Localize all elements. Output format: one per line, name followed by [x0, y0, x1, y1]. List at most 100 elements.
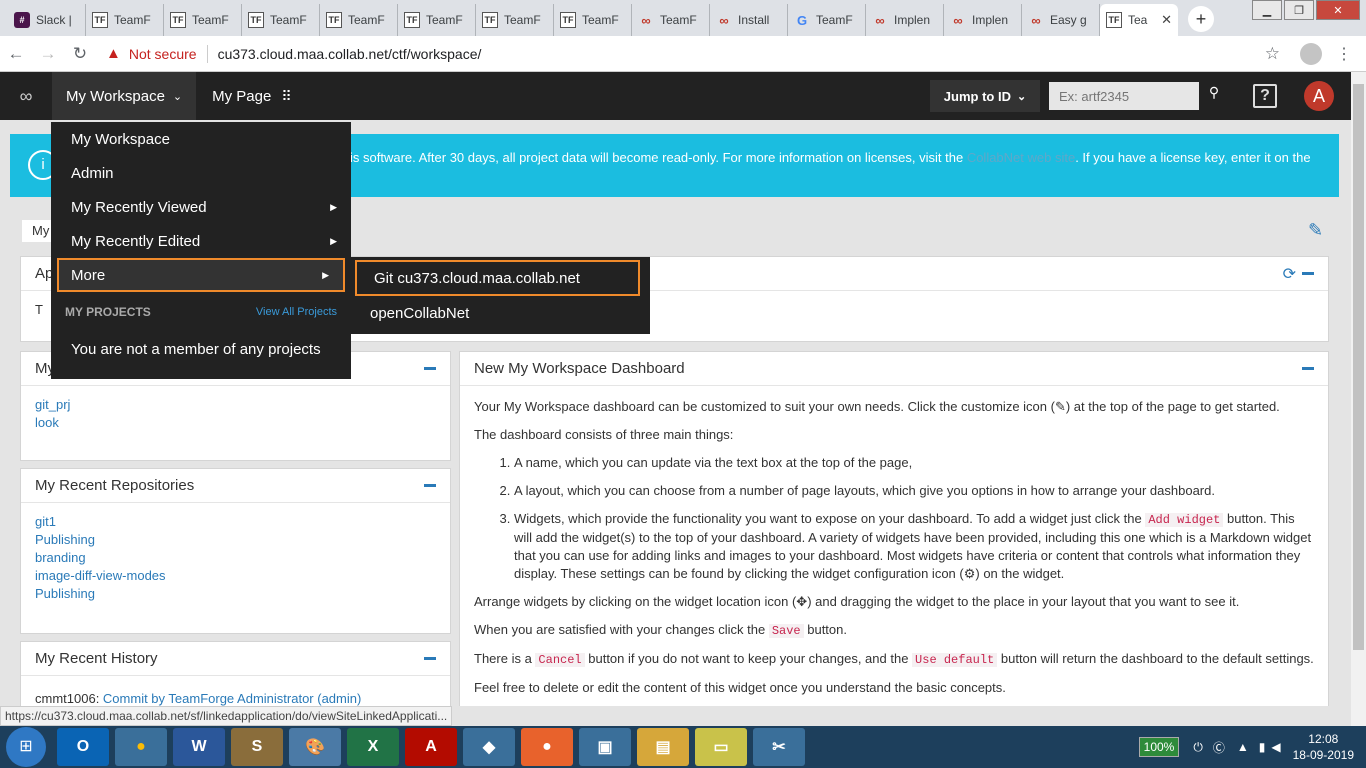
not-secure-label[interactable]: Not secure	[129, 46, 197, 62]
apps-grid-icon[interactable]: ⠿	[281, 88, 292, 105]
paint-icon[interactable]: 🎨	[289, 728, 341, 766]
browser-tab[interactable]: ∞ Implen	[866, 4, 944, 36]
code-snippet: Add widget	[1145, 513, 1224, 527]
url-text[interactable]: cu373.cloud.maa.collab.net/ctf/workspace…	[218, 46, 482, 62]
remote-desktop-icon[interactable]: ▣	[579, 728, 631, 766]
recent-history-panel: My Recent History cmmt1006: Commit by Te…	[20, 641, 451, 706]
code-snippet: Use default	[912, 653, 998, 667]
more-menu-icon[interactable]: ⋮	[1336, 44, 1352, 64]
project-link[interactable]: look	[35, 414, 436, 432]
browser-tab[interactable]: TF TeamF	[554, 4, 632, 36]
url-field[interactable]: ▲ Not secure cu373.cloud.maa.collab.net/…	[106, 40, 1265, 68]
battery-indicator[interactable]: 100%	[1138, 737, 1180, 757]
scrollbar-thumb[interactable]	[1353, 84, 1364, 650]
browser-tab[interactable]: ∞ Implen	[944, 4, 1022, 36]
jump-to-id-input[interactable]	[1049, 82, 1199, 110]
menu-item-recently-edited[interactable]: My Recently Edited ▶	[51, 224, 351, 258]
minimize-panel-icon[interactable]	[424, 484, 436, 487]
link-icon: ∞	[953, 12, 963, 28]
sticky-notes-icon[interactable]: ▭	[695, 728, 747, 766]
top-navigation: ∞ My Workspace ⌄ My Page ⠿ Jump to ID ⌄ ⚲ ?…	[0, 72, 1351, 120]
snipping-tool-icon[interactable]: ✂	[753, 728, 805, 766]
minimize-window-button[interactable]: ▁	[1252, 0, 1282, 20]
network-icon[interactable]: ▮	[1259, 740, 1266, 754]
search-icon[interactable]: ⚲	[1202, 84, 1226, 108]
browser-tab[interactable]: TF TeamF	[476, 4, 554, 36]
reload-icon[interactable]: ↻	[64, 44, 96, 64]
menu-item-more[interactable]: More ▶	[57, 258, 345, 292]
teamforge-icon: TF	[482, 12, 498, 28]
language-icon[interactable]: Ⓒ	[1213, 739, 1225, 756]
customize-edit-icon[interactable]: ✎	[1308, 220, 1323, 241]
file-explorer-icon[interactable]: ▤	[637, 728, 689, 766]
menu-item-recently-viewed[interactable]: My Recently Viewed ▶	[51, 190, 351, 224]
paragraph: Your My Workspace dashboard can be custo…	[474, 399, 1280, 414]
browser-tab[interactable]: G TeamF	[788, 4, 866, 36]
new-tab-button[interactable]: +	[1188, 6, 1214, 32]
profile-avatar[interactable]	[1300, 42, 1322, 65]
teamforge-icon: TF	[170, 12, 186, 28]
browser-tab[interactable]: TF TeamF	[164, 4, 242, 36]
windows-start-button[interactable]: ⊞	[6, 727, 46, 767]
project-link[interactable]: git_prj	[35, 396, 436, 414]
browser-tab[interactable]: TF TeamF	[86, 4, 164, 36]
word-icon[interactable]: W	[173, 728, 225, 766]
submenu-item-git[interactable]: Git cu373.cloud.maa.collab.net	[355, 260, 640, 296]
show-hidden-icons-icon[interactable]: ▲	[1237, 740, 1249, 754]
power-icon[interactable]: ⏻	[1193, 740, 1203, 755]
minimize-panel-icon[interactable]	[1302, 272, 1314, 275]
browser-tab[interactable]: TF TeamF	[242, 4, 320, 36]
browser-tab[interactable]: ∞ Install	[710, 4, 788, 36]
user-avatar[interactable]: A	[1304, 81, 1334, 111]
browser-tab[interactable]: TF TeamF	[320, 4, 398, 36]
repository-link[interactable]: Publishing	[35, 585, 436, 603]
project-list: git_prj look	[21, 386, 450, 442]
panel-header: New My Workspace Dashboard	[460, 352, 1328, 386]
my-page-link[interactable]: My Page ⠿	[212, 88, 292, 105]
maximize-window-button[interactable]: ❐	[1284, 0, 1314, 20]
link-icon: ∞	[875, 12, 885, 28]
repository-link[interactable]: image-diff-view-modes	[35, 567, 436, 585]
back-arrow-icon[interactable]: ←	[0, 44, 32, 64]
forward-arrow-icon[interactable]: →	[32, 44, 64, 64]
bookmark-star-icon[interactable]: ☆	[1265, 44, 1280, 64]
collabnet-website-link[interactable]: CollabNet web site	[967, 150, 1075, 165]
clock[interactable]: 12:08 18-09-2019	[1293, 731, 1354, 763]
repository-link[interactable]: git1	[35, 513, 436, 531]
excel-icon[interactable]: X	[347, 728, 399, 766]
link-icon: ∞	[1031, 12, 1041, 28]
close-tab-icon[interactable]: ✕	[1161, 12, 1172, 28]
my-workspace-menu-button[interactable]: My Workspace ⌄	[52, 72, 197, 120]
browser-tab[interactable]: # Slack |	[8, 4, 86, 36]
google-icon: G	[796, 12, 808, 28]
close-window-button[interactable]: ✕	[1316, 0, 1360, 20]
browser-tab[interactable]: ∞ TeamF	[632, 4, 710, 36]
outlook-icon[interactable]: O	[57, 728, 109, 766]
menu-item-admin[interactable]: Admin	[51, 156, 351, 190]
view-all-projects-link[interactable]: View All Projects	[256, 306, 337, 318]
collabnet-logo-icon[interactable]: ∞	[0, 86, 52, 107]
minimize-panel-icon[interactable]	[1302, 367, 1314, 370]
sublime-text-icon[interactable]: S	[231, 728, 283, 766]
history-link[interactable]: Commit by TeamForge Administrator (admin…	[103, 691, 361, 706]
browser-tab-active[interactable]: TF Tea ✕	[1100, 4, 1178, 36]
minimize-panel-icon[interactable]	[424, 367, 436, 370]
postman-icon[interactable]: ●	[521, 728, 573, 766]
repository-link[interactable]: branding	[35, 549, 436, 567]
jump-to-id-button[interactable]: Jump to ID ⌄	[930, 80, 1040, 112]
volume-icon[interactable]: ◀	[1271, 740, 1280, 754]
edit-icon: ✎	[1054, 399, 1066, 414]
menu-item-my-workspace[interactable]: My Workspace	[51, 122, 351, 156]
repository-link[interactable]: Publishing	[35, 531, 436, 549]
git-tool-icon[interactable]: ◆	[463, 728, 515, 766]
acrobat-icon[interactable]: A	[405, 728, 457, 766]
help-button[interactable]: ?	[1253, 84, 1277, 108]
chrome-icon[interactable]: ●	[115, 728, 167, 766]
page-scrollbar[interactable]	[1351, 72, 1366, 726]
browser-tab[interactable]: TF TeamF	[398, 4, 476, 36]
refresh-icon[interactable]: ⟳	[1283, 264, 1296, 284]
submenu-item-opencollabnet[interactable]: openCollabNet	[351, 296, 650, 330]
browser-tab[interactable]: ∞ Easy g	[1022, 4, 1100, 36]
paragraph: When you are satisfied with your changes…	[474, 622, 847, 638]
minimize-panel-icon[interactable]	[424, 657, 436, 660]
